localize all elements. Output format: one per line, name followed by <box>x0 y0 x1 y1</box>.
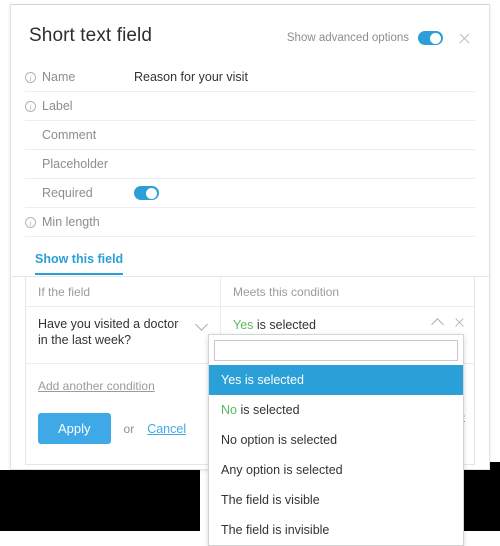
condition-value-prefix: Yes <box>233 318 254 332</box>
toggle-knob <box>430 32 441 44</box>
column-header-if-the-field: If the field <box>26 277 221 306</box>
conditions-tabbar: Show this field <box>11 250 489 277</box>
dropdown-option-label: The field is visible <box>221 493 320 507</box>
property-label: Name <box>42 70 76 84</box>
advanced-options-group: Show advanced options <box>287 31 443 45</box>
property-row-min-length[interactable]: i Min length <box>25 208 475 237</box>
advanced-options-toggle[interactable] <box>418 31 443 45</box>
dropdown-option-the-field-is-invisible[interactable]: The field is invisible <box>209 515 463 545</box>
property-row-placeholder[interactable]: Placeholder <box>25 150 475 179</box>
backdrop-overlay-left <box>0 470 200 531</box>
property-label: Min length <box>42 215 100 229</box>
apply-button[interactable]: Apply <box>38 413 111 444</box>
info-icon[interactable]: i <box>25 216 36 228</box>
condition-field-text: Have you visited a doctor in the last we… <box>38 317 179 347</box>
or-separator: or <box>123 421 135 436</box>
property-label: Label <box>42 99 73 113</box>
dropdown-option-no-is-selected[interactable]: No is selected <box>209 395 463 425</box>
dropdown-option-prefix: No <box>221 403 237 417</box>
dropdown-search-wrap <box>209 335 463 365</box>
chevron-up-icon[interactable] <box>431 318 444 331</box>
close-icon[interactable] <box>458 32 471 45</box>
dropdown-option-the-field-is-visible[interactable]: The field is visible <box>209 485 463 515</box>
property-list: i Name Reason for your visit i Label Com… <box>25 63 475 237</box>
cancel-link[interactable]: Cancel <box>147 422 186 436</box>
card-header: Short text field Show advanced options <box>11 5 489 63</box>
dropdown-search-input[interactable] <box>214 340 458 361</box>
dropdown-option-yes-is-selected[interactable]: Yes is selected <box>209 365 463 395</box>
property-label: Comment <box>42 128 97 142</box>
advanced-options-label: Show advanced options <box>286 32 409 44</box>
property-label: Placeholder <box>42 157 109 171</box>
backdrop-overlay-right <box>464 462 500 531</box>
property-label: Required <box>42 186 93 200</box>
column-header-meets-this-condition: Meets this condition <box>233 284 340 299</box>
dropdown-option-no-option-is-selected[interactable]: No option is selected <box>209 425 463 455</box>
tab-show-this-field[interactable]: Show this field <box>35 252 124 275</box>
dropdown-option-any-option-is-selected[interactable]: Any option is selected <box>209 455 463 485</box>
dropdown-option-label: Any option is selected <box>221 463 343 477</box>
toggle-knob <box>146 187 157 199</box>
required-toggle[interactable] <box>134 186 159 200</box>
page-title: Short text field <box>29 25 153 46</box>
condition-field-select[interactable]: Have you visited a doctor in the last we… <box>26 307 221 363</box>
property-row-name[interactable]: i Name Reason for your visit <box>25 63 475 92</box>
property-value-name[interactable]: Reason for your visit <box>134 70 248 84</box>
remove-condition-icon[interactable] <box>454 317 465 328</box>
info-icon[interactable]: i <box>25 100 36 112</box>
dropdown-option-label: is selected <box>236 403 300 417</box>
conditions-table-header: If the field Meets this condition <box>26 277 474 307</box>
condition-value-rest: is selected <box>253 318 316 332</box>
property-row-required[interactable]: Required <box>25 179 475 208</box>
condition-value-text: Yes is selected <box>233 318 316 332</box>
add-another-condition-link[interactable]: Add another condition <box>38 379 155 393</box>
property-row-comment[interactable]: Comment <box>25 121 475 150</box>
dropdown-option-label: No option is selected <box>221 433 338 447</box>
condition-options-dropdown: Yes is selected No is selected No option… <box>208 334 464 546</box>
property-row-label[interactable]: i Label <box>25 92 475 121</box>
dropdown-option-list: Yes is selected No is selected No option… <box>209 365 463 545</box>
chevron-down-icon[interactable] <box>195 318 208 331</box>
dropdown-option-label: The field is invisible <box>221 523 330 537</box>
dropdown-option-label: Yes is selected <box>221 373 304 387</box>
info-icon[interactable]: i <box>25 71 36 83</box>
